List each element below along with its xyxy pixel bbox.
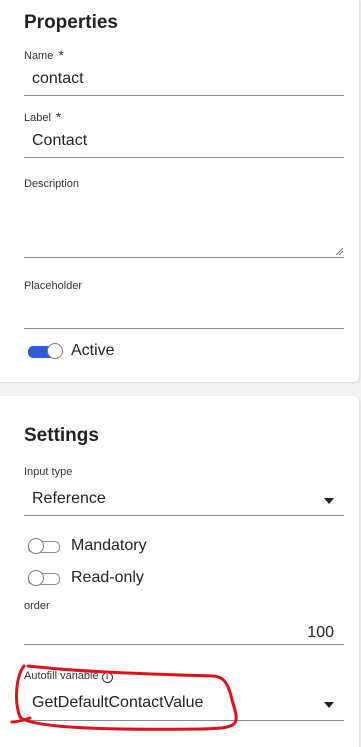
label-label: Label *	[24, 109, 62, 125]
chevron-down-icon	[324, 498, 334, 504]
settings-title: Settings	[24, 425, 99, 446]
order-label: order	[24, 600, 50, 612]
toggle-knob	[47, 343, 63, 359]
active-label: Active	[71, 342, 115, 359]
required-asterisk: *	[55, 109, 62, 125]
resize-handle-icon[interactable]	[335, 247, 343, 255]
input-type-label: Input type	[24, 466, 73, 478]
name-value: contact	[32, 70, 84, 87]
toggle-knob	[28, 538, 44, 554]
order-value: 100	[307, 624, 334, 641]
order-field[interactable]: 100	[24, 618, 344, 645]
required-asterisk: *	[58, 47, 64, 63]
placeholder-field[interactable]	[24, 297, 344, 329]
properties-title: Properties	[24, 12, 118, 33]
info-icon[interactable]: i	[101, 672, 113, 683]
read-only-label: Read-only	[71, 569, 144, 586]
name-label: Name *	[24, 47, 64, 63]
description-label: Description	[24, 178, 80, 190]
input-type-select[interactable]: Reference	[24, 483, 344, 516]
chevron-down-icon	[324, 702, 334, 708]
autofill-value: GetDefaultContactValue	[32, 694, 204, 711]
settings-panel: Settings Input type Reference Mandatory …	[0, 396, 360, 747]
autofill-label: Autofill variable i	[24, 670, 113, 683]
mandatory-label: Mandatory	[71, 537, 147, 554]
label-field[interactable]: Contact	[24, 126, 344, 158]
autofill-select[interactable]: GetDefaultContactValue	[24, 687, 344, 721]
toggle-knob	[28, 570, 44, 586]
description-textarea[interactable]	[24, 195, 344, 258]
placeholder-label: Placeholder	[24, 280, 83, 292]
name-field[interactable]: contact	[24, 64, 344, 96]
read-only-toggle[interactable]	[28, 570, 62, 586]
mandatory-toggle[interactable]	[28, 538, 62, 554]
input-type-value: Reference	[32, 490, 106, 507]
label-value: Contact	[32, 132, 88, 149]
active-toggle[interactable]	[28, 343, 63, 359]
properties-panel: Properties Name * contact Label * Contact …	[0, 0, 360, 382]
